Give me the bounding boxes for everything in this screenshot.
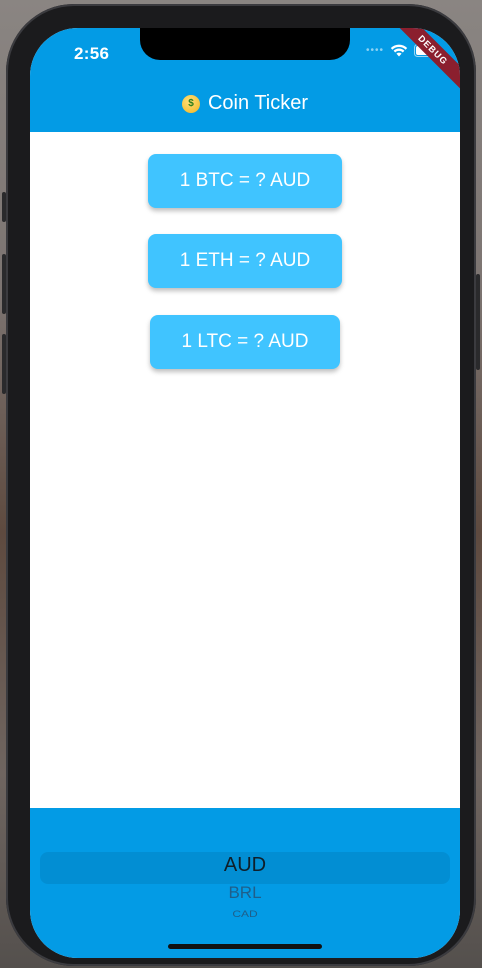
mute-switch [2, 192, 6, 222]
ltc-rate-card[interactable]: 1 LTC = ? AUD [150, 315, 340, 369]
home-indicator[interactable] [168, 944, 322, 949]
phone-frame: 2:56 •••• DEBUG $ Coin Ticker 1 BTC = ? … [2, 4, 480, 966]
eth-rate-label: 1 ETH = ? AUD [179, 250, 311, 271]
power-button [476, 274, 480, 370]
notch [140, 28, 350, 60]
volume-down-button [2, 334, 6, 394]
btc-rate-label: 1 BTC = ? AUD [179, 170, 311, 191]
debug-banner: DEBUG [388, 28, 460, 95]
cellular-signal-icon: •••• [365, 45, 384, 56]
phone-screen: 2:56 •••• DEBUG $ Coin Ticker 1 BTC = ? … [30, 28, 460, 958]
picker-option[interactable]: CAD [30, 909, 460, 920]
page-title: $ Coin Ticker [30, 92, 460, 115]
app-bar: 2:56 •••• DEBUG $ Coin Ticker [30, 28, 460, 132]
eth-rate-card[interactable]: 1 ETH = ? AUD [148, 234, 342, 288]
main-content: 1 BTC = ? AUD 1 ETH = ? AUD 1 LTC = ? AU… [30, 132, 460, 808]
volume-up-button [2, 254, 6, 314]
page-title-text: Coin Ticker [207, 92, 309, 114]
status-time: 2:56 [74, 44, 110, 63]
picker-option[interactable]: BRL [30, 883, 460, 903]
wifi-icon [390, 44, 408, 57]
picker-option-selected[interactable]: AUD [30, 854, 460, 877]
money-mouth-face-icon: $ [181, 94, 200, 113]
btc-rate-card[interactable]: 1 BTC = ? AUD [148, 154, 342, 208]
currency-picker-panel: AUD BRL CAD [30, 808, 460, 958]
ltc-rate-label: 1 LTC = ? AUD [181, 331, 309, 352]
